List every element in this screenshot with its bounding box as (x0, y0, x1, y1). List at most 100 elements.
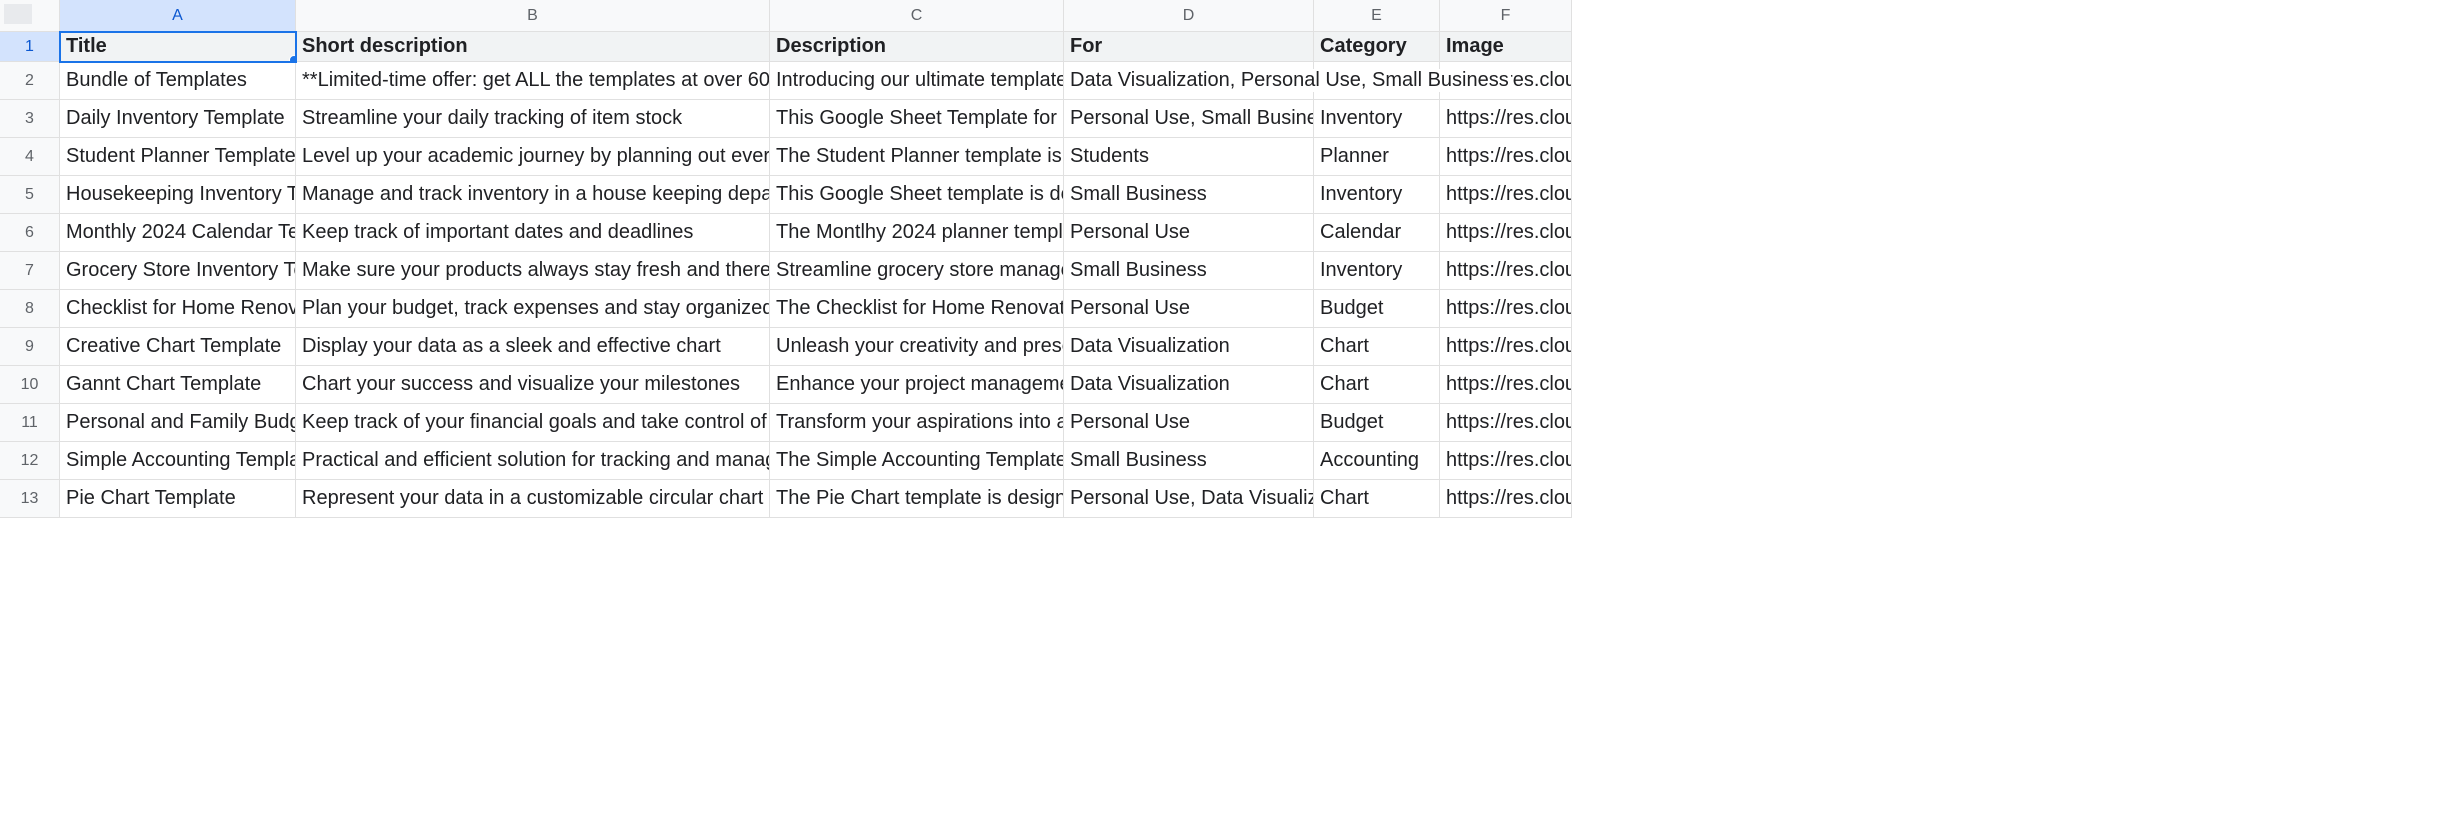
cell-F5[interactable]: https://res.cloudi (1440, 176, 1572, 214)
cell-E11[interactable]: Budget (1314, 404, 1440, 442)
cell-B9[interactable]: Display your data as a sleek and effecti… (296, 328, 770, 366)
cell-E1[interactable]: Category (1314, 32, 1440, 62)
cell-B7[interactable]: Make sure your products always stay fres… (296, 252, 770, 290)
cell-B13[interactable]: Represent your data in a customizable ci… (296, 480, 770, 518)
cell-D7[interactable]: Small Business (1064, 252, 1314, 290)
cell-C9[interactable]: Unleash your creativity and present yo (770, 328, 1064, 366)
cell-D6[interactable]: Personal Use (1064, 214, 1314, 252)
cell-E9[interactable]: Chart (1314, 328, 1440, 366)
column-header-B[interactable]: B (296, 0, 770, 32)
cell-C4[interactable]: The Student Planner template is an es (770, 138, 1064, 176)
cell-A8[interactable]: Checklist for Home Renovation (60, 290, 296, 328)
row-header-11[interactable]: 11 (0, 404, 60, 442)
cell-C7[interactable]: Streamline grocery store management (770, 252, 1064, 290)
cell-A6[interactable]: Monthly 2024 Calendar Templa (60, 214, 296, 252)
cell-F1[interactable]: Image (1440, 32, 1572, 62)
cell-C3[interactable]: This Google Sheet Template for Daily : (770, 100, 1064, 138)
cell-F13[interactable]: https://res.cloudi (1440, 480, 1572, 518)
cell-B1[interactable]: Short description (296, 32, 770, 62)
cell-A1[interactable]: Title (60, 32, 296, 62)
cell-A13[interactable]: Pie Chart Template (60, 480, 296, 518)
row-header-6[interactable]: 6 (0, 214, 60, 252)
cell-B11[interactable]: Keep track of your financial goals and t… (296, 404, 770, 442)
cell-D12[interactable]: Small Business (1064, 442, 1314, 480)
cell-C8[interactable]: The Checklist for Home Renovation te (770, 290, 1064, 328)
cell-text: Small Business (1070, 259, 1207, 282)
cell-E12[interactable]: Accounting (1314, 442, 1440, 480)
cell-A7[interactable]: Grocery Store Inventory Templ (60, 252, 296, 290)
cell-F9[interactable]: https://res.cloudi (1440, 328, 1572, 366)
cell-A5[interactable]: Housekeeping Inventory Temp (60, 176, 296, 214)
cell-F3[interactable]: https://res.cloudi (1440, 100, 1572, 138)
cell-D8[interactable]: Personal Use (1064, 290, 1314, 328)
cell-B4[interactable]: Level up your academic journey by planni… (296, 138, 770, 176)
cell-D5[interactable]: Small Business (1064, 176, 1314, 214)
cell-C13[interactable]: The Pie Chart template is designed wit (770, 480, 1064, 518)
cell-D4[interactable]: Students (1064, 138, 1314, 176)
cell-F12[interactable]: https://res.cloudi (1440, 442, 1572, 480)
cell-F10[interactable]: https://res.cloudi (1440, 366, 1572, 404)
cell-A10[interactable]: Gannt Chart Template (60, 366, 296, 404)
cell-A12[interactable]: Simple Accounting Template (60, 442, 296, 480)
cell-D11[interactable]: Personal Use (1064, 404, 1314, 442)
cell-F11[interactable]: https://res.cloudi (1440, 404, 1572, 442)
column-header-E[interactable]: E (1314, 0, 1440, 32)
cell-B12[interactable]: Practical and efficient solution for tra… (296, 442, 770, 480)
cell-text: Students (1070, 145, 1149, 168)
row-header-10[interactable]: 10 (0, 366, 60, 404)
cell-E8[interactable]: Budget (1314, 290, 1440, 328)
cell-C2[interactable]: Introducing our ultimate template bund (770, 62, 1064, 100)
column-header-C[interactable]: C (770, 0, 1064, 32)
row-header-5[interactable]: 5 (0, 176, 60, 214)
row-header-8[interactable]: 8 (0, 290, 60, 328)
cell-A9[interactable]: Creative Chart Template (60, 328, 296, 366)
cell-F4[interactable]: https://res.cloudi (1440, 138, 1572, 176)
cell-F7[interactable]: https://res.cloudi (1440, 252, 1572, 290)
cell-D10[interactable]: Data Visualization (1064, 366, 1314, 404)
cell-B2[interactable]: **Limited-time offer: get ALL the templa… (296, 62, 770, 100)
cell-B10[interactable]: Chart your success and visualize your mi… (296, 366, 770, 404)
cell-text: Unleash your creativity and present yo (776, 335, 1064, 358)
column-header-A[interactable]: A (60, 0, 296, 32)
cell-F8[interactable]: https://res.cloudi (1440, 290, 1572, 328)
cell-F6[interactable]: https://res.cloudi (1440, 214, 1572, 252)
row-header-9[interactable]: 9 (0, 328, 60, 366)
cell-B6[interactable]: Keep track of important dates and deadli… (296, 214, 770, 252)
cell-B3[interactable]: Streamline your daily tracking of item s… (296, 100, 770, 138)
cell-A11[interactable]: Personal and Family Budget Te (60, 404, 296, 442)
cell-E4[interactable]: Planner (1314, 138, 1440, 176)
cell-C6[interactable]: The Montlhy 2024 planner template is (770, 214, 1064, 252)
select-all-corner[interactable] (0, 0, 60, 32)
cell-E5[interactable]: Inventory (1314, 176, 1440, 214)
row-header-2[interactable]: 2 (0, 62, 60, 100)
row-header-7[interactable]: 7 (0, 252, 60, 290)
row-header-13[interactable]: 13 (0, 480, 60, 518)
column-header-F[interactable]: F (1440, 0, 1572, 32)
cell-D13[interactable]: Personal Use, Data Visualization (1064, 480, 1314, 518)
cell-D2[interactable]: Data Visualization, Personal Use, Small … (1064, 62, 1314, 100)
row-header-1[interactable]: 1 (0, 32, 60, 62)
cell-C5[interactable]: This Google Sheet template is designe (770, 176, 1064, 214)
column-header-D[interactable]: D (1064, 0, 1314, 32)
cell-A3[interactable]: Daily Inventory Template (60, 100, 296, 138)
cell-C11[interactable]: Transform your aspirations into achiev (770, 404, 1064, 442)
row-header-12[interactable]: 12 (0, 442, 60, 480)
cell-A4[interactable]: Student Planner Template (60, 138, 296, 176)
cell-D9[interactable]: Data Visualization (1064, 328, 1314, 366)
cell-A2[interactable]: Bundle of Templates (60, 62, 296, 100)
cell-C1[interactable]: Description (770, 32, 1064, 62)
cell-D3[interactable]: Personal Use, Small Business (1064, 100, 1314, 138)
row-header-3[interactable]: 3 (0, 100, 60, 138)
cell-E6[interactable]: Calendar (1314, 214, 1440, 252)
cell-E13[interactable]: Chart (1314, 480, 1440, 518)
cell-E3[interactable]: Inventory (1314, 100, 1440, 138)
cell-B8[interactable]: Plan your budget, track expenses and sta… (296, 290, 770, 328)
cell-E10[interactable]: Chart (1314, 366, 1440, 404)
cell-C12[interactable]: The Simple Accounting Template is a u (770, 442, 1064, 480)
cell-B5[interactable]: Manage and track inventory in a house ke… (296, 176, 770, 214)
row-header-4[interactable]: 4 (0, 138, 60, 176)
spreadsheet-grid[interactable]: ABCDEF 1TitleShort descriptionDescription… (0, 0, 1572, 518)
cell-E7[interactable]: Inventory (1314, 252, 1440, 290)
cell-C10[interactable]: Enhance your project management wit (770, 366, 1064, 404)
cell-D1[interactable]: For (1064, 32, 1314, 62)
